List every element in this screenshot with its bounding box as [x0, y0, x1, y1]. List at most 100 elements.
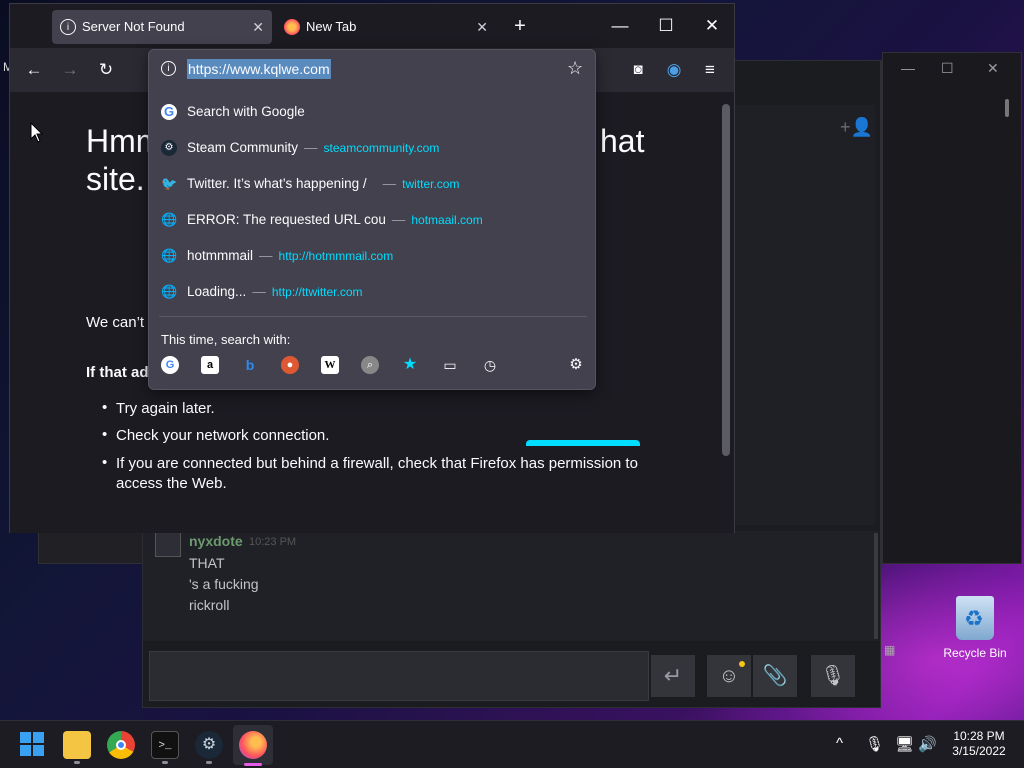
recycle-bin-label: Recycle Bin	[943, 646, 1007, 660]
running-indicator	[206, 761, 212, 764]
suggestion-title: hotmmmail	[187, 248, 254, 263]
notification-dot	[739, 661, 745, 667]
tabs-icon[interactable]: ▭	[441, 356, 459, 374]
suggestion-item[interactable]: 🌐 Loading... — http://ttwitter.com	[149, 274, 595, 310]
url-text[interactable]: https://www.kqlwe.com	[187, 59, 331, 79]
bullet-icon: •	[102, 454, 108, 471]
network-icon[interactable]: 🖥	[895, 735, 914, 753]
suggestion-title: Twitter. It’s what’s happening /	[187, 176, 367, 191]
file-explorer-icon[interactable]	[63, 731, 91, 759]
bookmark-star-icon[interactable]: ☆	[567, 58, 583, 79]
steam-icon[interactable]: ⚙	[195, 731, 223, 759]
add-friend-icon[interactable]: +👤	[840, 117, 873, 138]
chrome-icon[interactable]	[107, 731, 135, 759]
close-button[interactable]: ✕	[698, 12, 726, 40]
terminal-icon[interactable]: >_	[151, 731, 179, 759]
active-indicator	[244, 763, 262, 766]
tab-server-not-found[interactable]: i Server Not Found ✕	[52, 10, 272, 44]
url-bar[interactable]: i https://www.kqlwe.com ☆	[149, 50, 595, 88]
emoji-button[interactable]: ☺	[707, 655, 751, 697]
clock-time: 10:28 PM	[953, 729, 1005, 743]
microphone-icon[interactable]: 🎙	[865, 735, 884, 753]
globe-icon: 🌐	[161, 284, 178, 299]
system-clock[interactable]: 10:28 PM 3/15/2022	[944, 729, 1014, 759]
windows-start-icon[interactable]	[18, 731, 46, 759]
history-icon[interactable]: ◷	[481, 356, 499, 374]
pocket-icon[interactable]: ◙	[624, 56, 652, 84]
maximize-button[interactable]: ☐	[652, 12, 680, 40]
avatar[interactable]	[155, 531, 181, 557]
tab-new-tab[interactable]: New Tab ✕	[276, 10, 496, 44]
new-tab-button[interactable]: +	[506, 12, 534, 40]
suggestion-item[interactable]: 🌐 hotmmmail — http://hotmmmail.com	[149, 238, 595, 274]
steam-icon: ⚙	[161, 140, 177, 156]
url-dropdown: i https://www.kqlwe.com ☆ G Search with …	[148, 49, 596, 390]
chat-input[interactable]	[149, 651, 649, 701]
wikipedia-icon[interactable]: W	[321, 356, 339, 374]
back-button[interactable]: ←	[20, 56, 48, 84]
maximize-icon[interactable]: ☐	[941, 61, 954, 75]
settings-gear-icon[interactable]: ⚙	[567, 356, 585, 374]
globe-icon: 🌐	[161, 248, 178, 263]
error-title-right: hat	[600, 123, 645, 159]
scrollbar-thumb[interactable]	[1005, 99, 1009, 117]
amazon-icon[interactable]: a	[201, 356, 219, 374]
volume-icon[interactable]: 🔊	[918, 735, 937, 753]
close-icon[interactable]: ✕	[987, 61, 999, 75]
suggestion-search-google[interactable]: G Search with Google	[149, 94, 595, 130]
close-tab-icon[interactable]: ✕	[476, 10, 488, 44]
bullet-icon: •	[102, 399, 108, 416]
minimize-icon[interactable]: —	[901, 61, 915, 75]
try-again-button[interactable]	[526, 440, 640, 446]
suggestion-item[interactable]: 🐦 Twitter. It’s what’s happening / — twitt…	[149, 166, 595, 202]
tab-strip: i Server Not Found ✕ New Tab ✕ + — ☐ ✕	[10, 4, 734, 48]
suggestion-url: hotmaail.com	[411, 213, 483, 227]
attach-button[interactable]: 📎	[753, 655, 797, 697]
suggestion-url: http://hotmmmail.com	[278, 249, 394, 263]
suggestion-url: steamcommunity.com	[323, 141, 440, 155]
suggestion-title: ERROR: The requested URL cou	[187, 212, 386, 227]
chat-username[interactable]: nyxdote	[189, 533, 243, 549]
chat-scrollbar[interactable]	[874, 533, 878, 639]
twitter-icon: 🐦	[161, 176, 178, 191]
clock-date: 3/15/2022	[952, 744, 1006, 758]
bing-icon[interactable]: b	[241, 356, 259, 374]
chat-side-panel	[735, 105, 875, 525]
error-description: We can’t c	[86, 314, 156, 331]
page-scrollbar[interactable]	[722, 104, 730, 456]
info-icon[interactable]: i	[161, 61, 176, 76]
close-tab-icon[interactable]: ✕	[252, 10, 264, 44]
suggestion-title: Steam Community	[187, 140, 299, 155]
forward-button[interactable]: →	[56, 56, 84, 84]
mouse-cursor-icon	[30, 122, 44, 143]
chat-message: rickroll	[189, 597, 230, 613]
separator: —	[252, 284, 266, 299]
suggestion-item[interactable]: 🌐 ERROR: The requested URL cou — hotmaail.…	[149, 202, 595, 238]
chat-message: 's a fucking	[189, 576, 259, 592]
reload-button[interactable]: ↻	[92, 56, 120, 84]
send-button[interactable]: ↵	[651, 655, 695, 697]
google-icon[interactable]: G	[161, 356, 179, 374]
search-icon[interactable]: ⌕	[361, 356, 379, 374]
taskbar: >_ ⚙ ^ 🎙 🖥 🔊 10:28 PM 3/15/2022	[0, 720, 1024, 768]
suggestion-title: Loading...	[187, 284, 247, 299]
firefox-icon[interactable]	[239, 731, 267, 759]
voice-button[interactable]: 🎙	[811, 655, 855, 697]
recycle-bin[interactable]: Recycle Bin	[943, 596, 1007, 666]
separator: —	[382, 176, 397, 191]
google-icon: G	[161, 104, 177, 120]
chevron-up-icon[interactable]: ^	[836, 735, 843, 752]
suggestion-url: http://ttwitter.com	[271, 285, 363, 299]
suggestion-item[interactable]: ⚙ Steam Community — steamcommunity.com	[149, 130, 595, 166]
bookmarks-star-icon[interactable]: ★	[401, 356, 419, 374]
search-with-label: This time, search with:	[161, 332, 291, 347]
menu-icon[interactable]: ≡	[696, 56, 724, 84]
duckduckgo-icon[interactable]: ●	[281, 356, 299, 374]
separator: —	[304, 140, 318, 155]
chat-layout-icon[interactable]: ▦	[884, 643, 895, 657]
suggestion-title: Search with Google	[187, 104, 305, 119]
minimize-button[interactable]: —	[606, 12, 634, 40]
info-icon: i	[60, 19, 76, 35]
account-icon[interactable]: ◉	[660, 56, 688, 84]
tab-label: New Tab	[306, 19, 357, 34]
